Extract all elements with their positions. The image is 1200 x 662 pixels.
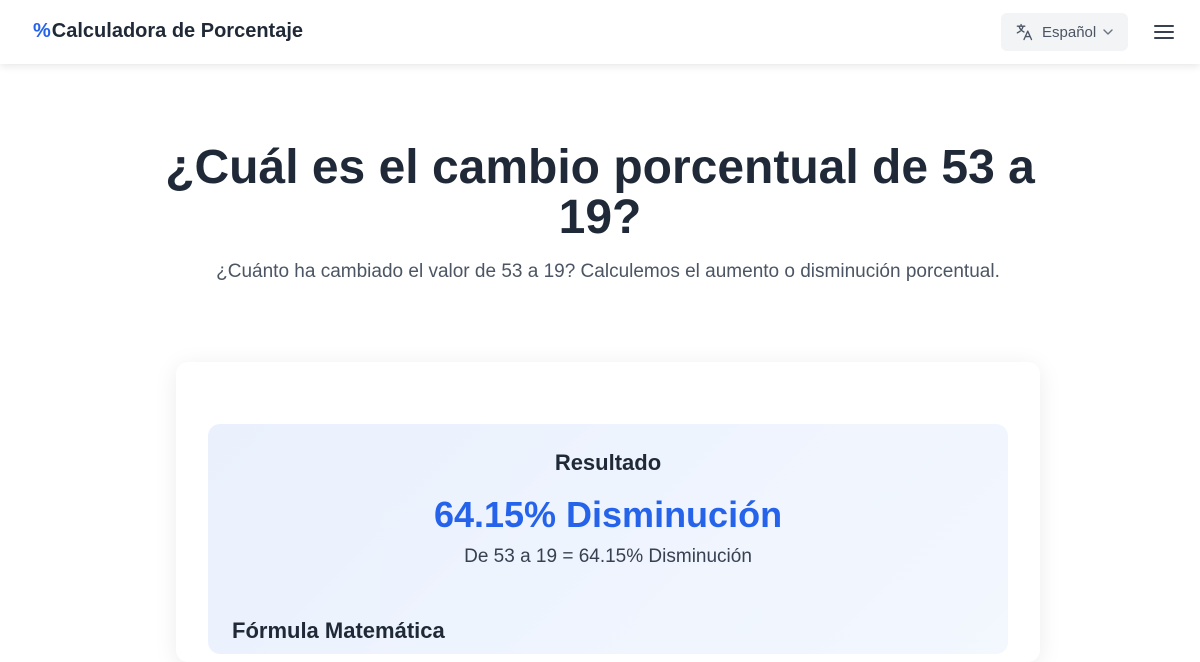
formula-heading: Fórmula Matemática (232, 618, 445, 643)
page-subtitle: ¿Cuánto ha cambiado el valor de 53 a 19?… (216, 261, 1000, 282)
result-value: 64.15% Disminución (433, 494, 783, 535)
hamburger-menu-icon[interactable] (1152, 22, 1176, 42)
logo-text: Calculadora de Porcentaje (51, 20, 303, 42)
logo-percent-mark: % (33, 20, 51, 42)
translate-icon (1016, 23, 1033, 41)
result-heading: Resultado (554, 450, 662, 475)
language-label: Español (1042, 23, 1097, 41)
result-detail: De 53 a 19 = 64.15% Disminución (464, 546, 752, 567)
site-header: % Calculadora de Porcentaje Español (0, 0, 1200, 64)
page-title: ¿Cuál es el cambio porcentual de 53 a 19… (165, 141, 1035, 244)
chevron-down-icon (1103, 29, 1113, 35)
site-logo[interactable]: % Calculadora de Porcentaje (33, 20, 303, 43)
language-selector[interactable]: Español (1001, 13, 1128, 51)
